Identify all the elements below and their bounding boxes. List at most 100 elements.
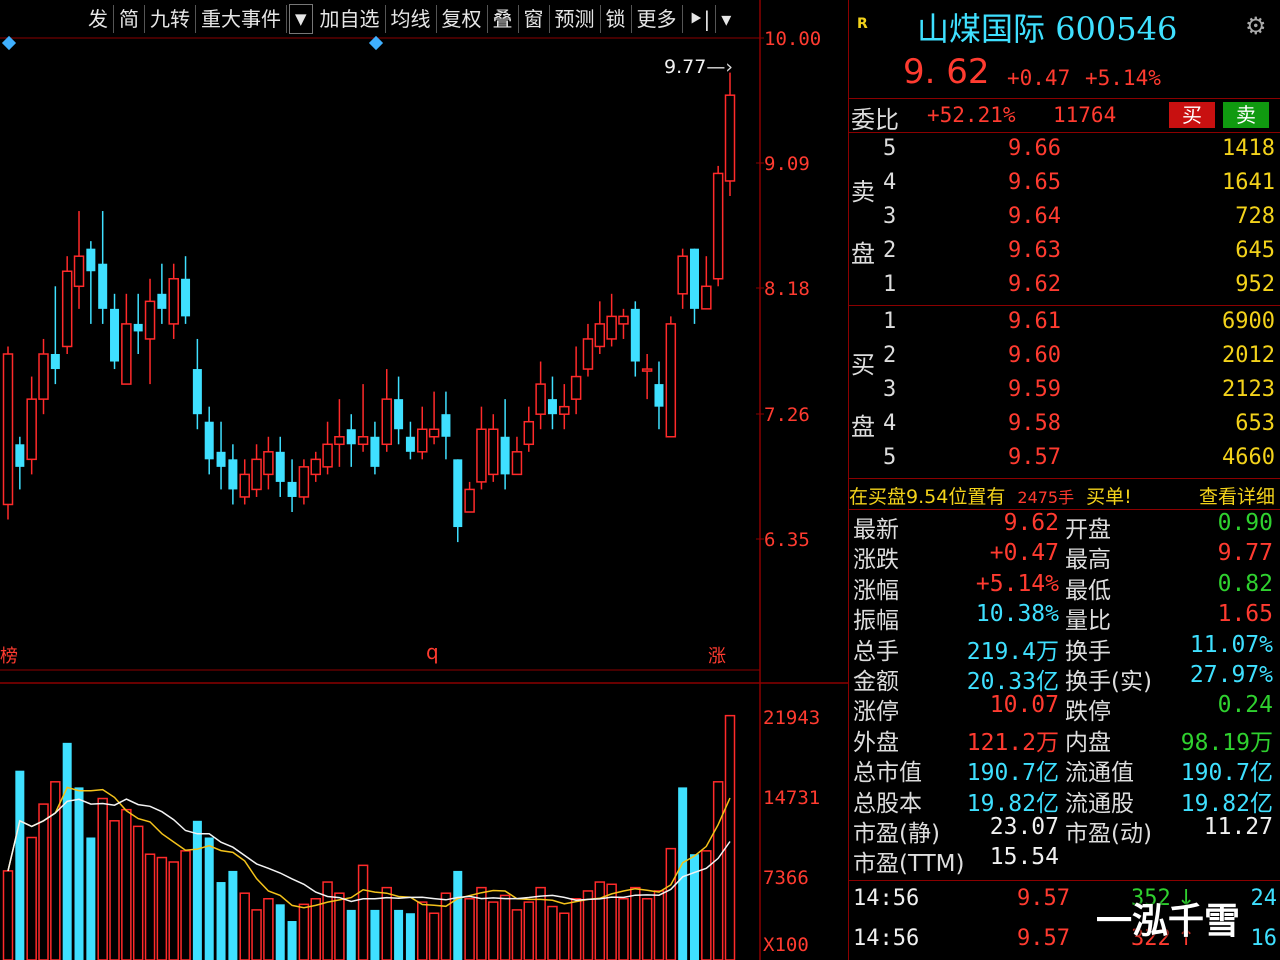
price-tick-label: 6.35 bbox=[764, 529, 810, 551]
order-volume: 2012 bbox=[1222, 343, 1275, 368]
candle-body bbox=[298, 466, 310, 498]
order-book-row[interactable]: 3 9.64 728 bbox=[849, 202, 1280, 236]
order-book-row[interactable]: 1 9.62 952 bbox=[849, 270, 1280, 304]
volume-bar bbox=[15, 770, 25, 960]
stat-value: 19.82亿 bbox=[966, 790, 1059, 817]
candle-body bbox=[216, 451, 226, 467]
tick-time: 14:56 bbox=[853, 886, 920, 911]
candle-body bbox=[381, 398, 393, 446]
stat-label: 内盘 bbox=[1065, 729, 1111, 756]
stat-value: 10.38% bbox=[975, 601, 1059, 628]
weibi-label: 委比 bbox=[851, 106, 899, 134]
candle-body bbox=[73, 255, 85, 288]
order-volume: 4660 bbox=[1222, 445, 1275, 470]
sell-button[interactable]: 卖 bbox=[1223, 102, 1269, 128]
order-book-row[interactable]: 2 9.63 645 bbox=[849, 236, 1280, 270]
volume-bar bbox=[216, 882, 226, 960]
marker-bang[interactable]: 榜 bbox=[0, 642, 18, 668]
stat-value: 11.07% bbox=[1189, 631, 1273, 658]
price-tick-label: 9.09 bbox=[764, 153, 810, 175]
stat-label: 流通股 bbox=[1065, 790, 1134, 817]
volume-bar bbox=[144, 853, 156, 960]
volume-tick-label: X100 bbox=[763, 934, 809, 956]
event-dropdown-chevron-down-icon[interactable]: ▼ bbox=[289, 4, 313, 34]
order-price: 9.61 bbox=[1008, 309, 1061, 334]
stats-row: 金额 20.33亿 换手(实) 27.97% bbox=[849, 662, 1280, 695]
order-level: 1 bbox=[883, 309, 897, 334]
view-detail-link[interactable]: 查看详细 bbox=[1199, 482, 1275, 509]
candle-body bbox=[251, 458, 262, 491]
tick-count: 16 bbox=[1250, 926, 1278, 951]
candle-body bbox=[523, 420, 535, 446]
menu-chevron-down-icon[interactable]: ▾ bbox=[716, 5, 736, 33]
stat-label: 开盘 bbox=[1065, 517, 1111, 543]
volume-bar bbox=[523, 901, 535, 960]
volume-bar bbox=[594, 881, 606, 960]
marker-q[interactable]: q bbox=[426, 640, 439, 664]
candle-body bbox=[641, 368, 653, 372]
order-book-row[interactable]: 5 9.66 1418 bbox=[849, 134, 1280, 168]
tick-time: 14:56 bbox=[853, 926, 920, 951]
stat-label: 流通值 bbox=[1065, 760, 1134, 787]
order-level: 4 bbox=[883, 170, 897, 195]
order-book-row[interactable]: 3 9.59 2123 bbox=[849, 375, 1280, 409]
toolbar-item[interactable]: 复权 bbox=[437, 5, 488, 33]
toolbar-item[interactable]: 加自选 bbox=[315, 5, 386, 33]
stat-value: 10.07 bbox=[989, 692, 1059, 719]
volume-bar bbox=[74, 787, 84, 960]
order-level: 2 bbox=[883, 343, 897, 368]
volume-bar bbox=[712, 781, 724, 960]
toolbar-item[interactable]: 重大事件 bbox=[196, 5, 287, 33]
price-change: +0.47 bbox=[1007, 66, 1071, 90]
volume-bar bbox=[275, 904, 285, 960]
marker-zhang[interactable]: 涨 bbox=[708, 642, 726, 668]
stat-label: 换手 bbox=[1065, 638, 1111, 665]
buy-button[interactable]: 买 bbox=[1169, 102, 1215, 128]
stats-row: 总手 219.4万 换手 11.07% bbox=[849, 631, 1280, 665]
candle-body bbox=[618, 315, 629, 325]
candle-body bbox=[724, 94, 736, 182]
order-book-row[interactable]: 2 9.60 2012 bbox=[849, 341, 1280, 375]
candle-body bbox=[192, 369, 202, 415]
stats-row: 总股本 19.82亿 流通股 19.82亿 bbox=[849, 784, 1280, 817]
stats-row: 外盘 121.2万 内盘 98.19万 bbox=[849, 723, 1280, 756]
order-book-row[interactable]: 5 9.57 4660 bbox=[849, 443, 1280, 477]
stat-value: 9.77 bbox=[1217, 540, 1273, 567]
volume-bar bbox=[570, 898, 582, 960]
volume-bar bbox=[26, 836, 37, 960]
volume-bar bbox=[665, 847, 677, 960]
volume-bar bbox=[86, 837, 96, 960]
candle-body bbox=[464, 488, 475, 513]
gear-icon[interactable]: ⚙ bbox=[1245, 12, 1267, 40]
toolbar-item[interactable]: 九转 bbox=[145, 5, 196, 33]
order-level: 5 bbox=[883, 136, 897, 161]
toolbar-item[interactable]: 发 bbox=[0, 5, 114, 33]
toolbar-item[interactable]: 均线 bbox=[386, 5, 437, 33]
candle-body bbox=[630, 308, 640, 362]
candle-body bbox=[157, 293, 167, 309]
order-book-row[interactable]: 4 9.65 1641 bbox=[849, 168, 1280, 202]
toolbar-item[interactable]: 叠 bbox=[488, 5, 519, 33]
volume-bar bbox=[204, 837, 214, 960]
stat-value: 23.07 bbox=[989, 814, 1059, 840]
volume-bar bbox=[310, 898, 321, 960]
toolbar-item[interactable]: 更多 bbox=[632, 5, 683, 33]
order-book-row[interactable]: 1 9.61 6900 bbox=[849, 307, 1280, 341]
candle-body bbox=[500, 436, 510, 475]
candle-body bbox=[665, 323, 677, 438]
toolbar-item[interactable]: 窗 bbox=[519, 5, 550, 33]
toolbar-item[interactable]: 简 bbox=[114, 5, 145, 33]
volume-bar bbox=[239, 892, 250, 960]
stat-value: 0.24 bbox=[1217, 692, 1273, 719]
toolbar-item[interactable]: 预测 bbox=[550, 5, 601, 33]
expand-panel-icon[interactable]: ⯈| bbox=[683, 5, 717, 33]
kline-chart[interactable]: 10.00 9.09 8.18 7.26 6.35 21943 14731 7366 X100 bbox=[0, 0, 848, 960]
stat-label: 最新 bbox=[853, 517, 899, 543]
toolbar-item[interactable]: 锁 bbox=[601, 5, 632, 33]
candle-body bbox=[346, 429, 356, 445]
candle-body bbox=[239, 473, 250, 498]
volume-tick-label: 21943 bbox=[763, 707, 820, 729]
order-book-row[interactable]: 4 9.58 653 bbox=[849, 409, 1280, 443]
volume-bar bbox=[641, 898, 653, 960]
candle-body bbox=[334, 436, 345, 446]
